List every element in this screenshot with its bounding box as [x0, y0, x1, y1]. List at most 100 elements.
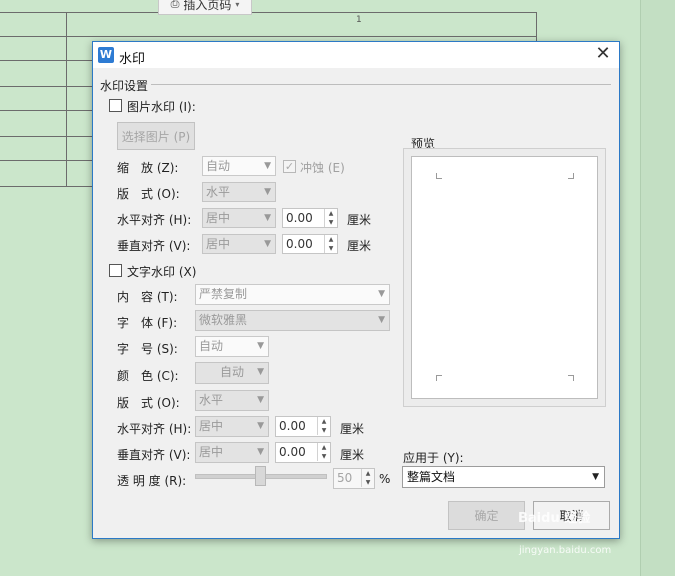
text-layout-select[interactable]: 水平 ▼	[195, 390, 269, 411]
text-halign-value: 居中	[199, 419, 224, 433]
chevron-down-icon: ▼	[264, 161, 271, 171]
picture-halign-label: 水平对齐 (H):	[117, 213, 192, 227]
insert-page-number-button[interactable]: ⎙ 插入页码 ▾	[158, 0, 252, 15]
content-label: 内 容 (T):	[117, 290, 178, 304]
picture-valign-label: 垂直对齐 (V):	[117, 239, 191, 253]
chevron-down-icon: ▼	[257, 447, 264, 457]
picture-layout-label: 版 式 (O):	[117, 187, 180, 201]
section-divider	[151, 84, 611, 85]
chevron-down-icon: ▼	[264, 187, 271, 197]
unit-label: 厘米	[347, 213, 372, 227]
dialog-title: 水印	[119, 52, 146, 67]
text-halign-select[interactable]: 居中 ▼	[195, 416, 269, 437]
dialog-titlebar[interactable]: W 水印 ✕	[93, 42, 619, 68]
chevron-down-icon: ▼	[257, 367, 264, 377]
scale-label: 缩 放 (Z):	[117, 161, 179, 175]
picture-watermark-checkbox[interactable]	[109, 99, 122, 112]
baidu-watermark-logo: Baidu 经验	[518, 511, 591, 526]
color-select[interactable]: 自动 ▼	[195, 362, 269, 384]
spinner-arrows-icon[interactable]: ▲ ▼	[324, 235, 337, 253]
font-label: 字 体 (F):	[117, 316, 178, 330]
chevron-down-icon: ▼	[257, 341, 264, 351]
transparency-label: 透 明 度 (R):	[117, 474, 187, 488]
unit-label: 厘米	[340, 422, 365, 436]
section-title: 水印设置	[100, 79, 149, 93]
margin-corner-tr	[568, 173, 574, 179]
percent-label: %	[379, 472, 391, 486]
text-watermark-label: 文字水印 (X)	[127, 265, 197, 279]
margin-corner-br	[568, 375, 574, 381]
chevron-down-icon: ▼	[378, 315, 385, 325]
text-halign-label: 水平对齐 (H):	[117, 422, 192, 436]
transparency-slider-thumb[interactable]	[255, 466, 266, 486]
page-number: 1	[356, 15, 362, 25]
picture-watermark-label: 图片水印 (I):	[127, 100, 196, 114]
text-halign-offset[interactable]: 0.00 ▲ ▼	[275, 416, 331, 437]
spinner-arrows-icon[interactable]: ▲ ▼	[317, 417, 330, 435]
content-value: 严禁复制	[199, 287, 248, 301]
baidu-watermark-url: jingyan.baidu.com	[519, 545, 612, 556]
picture-halign-value: 居中	[206, 211, 231, 225]
chevron-down-icon: ▼	[264, 239, 271, 249]
font-select[interactable]: 微软雅黑 ▼	[195, 310, 390, 331]
text-valign-offset-value: 0.00	[279, 445, 306, 459]
text-watermark-checkbox[interactable]	[109, 264, 122, 277]
apply-to-label: 应用于 (Y):	[403, 451, 464, 465]
picture-halign-offset-value: 0.00	[286, 211, 313, 225]
document-margin	[640, 0, 675, 576]
unit-label: 厘米	[347, 239, 372, 253]
picture-layout-value: 水平	[206, 185, 231, 199]
picture-valign-value: 居中	[206, 237, 231, 251]
size-label: 字 号 (S):	[117, 342, 178, 356]
close-icon[interactable]: ✕	[593, 44, 613, 64]
content-select[interactable]: 严禁复制 ▼	[195, 284, 390, 305]
unit-label: 厘米	[340, 448, 365, 462]
scale-select[interactable]: 自动 ▼	[202, 156, 276, 176]
picture-valign-select[interactable]: 居中 ▼	[202, 234, 276, 254]
text-layout-label: 版 式 (O):	[117, 396, 180, 410]
font-value: 微软雅黑	[199, 313, 248, 327]
washout-label: 冲蚀 (E)	[300, 161, 345, 175]
text-halign-offset-value: 0.00	[279, 419, 306, 433]
picture-valign-offset-value: 0.00	[286, 237, 313, 251]
chevron-down-icon: ▼	[378, 289, 385, 299]
text-valign-offset[interactable]: 0.00 ▲ ▼	[275, 442, 331, 463]
size-select[interactable]: 自动 ▼	[195, 336, 269, 357]
transparency-input[interactable]: 50 ▲ ▼	[333, 468, 375, 489]
margin-corner-bl	[436, 375, 442, 381]
watermark-dialog: W 水印 ✕ 水印设置 图片水印 (I): 选择图片 (P) 缩 放 (Z): …	[92, 41, 620, 539]
spinner-arrows-icon[interactable]: ▲ ▼	[324, 209, 337, 227]
text-valign-value: 居中	[199, 445, 224, 459]
check-icon: ✓	[284, 160, 295, 173]
ok-button[interactable]: 确定	[448, 501, 525, 530]
picture-valign-offset[interactable]: 0.00 ▲ ▼	[282, 234, 338, 254]
chevron-down-icon: ▼	[257, 395, 264, 405]
chevron-down-icon: ▼	[592, 472, 599, 482]
washout-checkbox[interactable]: ✓	[283, 160, 296, 173]
wps-app-icon: W	[98, 47, 114, 63]
preview-panel	[403, 148, 606, 407]
color-label: 颜 色 (C):	[117, 369, 179, 383]
apply-to-select[interactable]: 整篇文档 ▼	[402, 466, 605, 488]
preview-page	[411, 156, 598, 399]
chevron-down-icon: ▼	[264, 213, 271, 223]
text-layout-value: 水平	[199, 393, 224, 407]
color-value: 自动	[219, 365, 244, 379]
picture-halign-select[interactable]: 居中 ▼	[202, 208, 276, 228]
spinner-arrows-icon[interactable]: ▲ ▼	[361, 469, 374, 487]
transparency-value: 50	[337, 471, 353, 485]
select-picture-button[interactable]: 选择图片 (P)	[117, 122, 195, 150]
scale-value: 自动	[206, 159, 231, 173]
margin-corner-tl	[436, 173, 442, 179]
picture-halign-offset[interactable]: 0.00 ▲ ▼	[282, 208, 338, 228]
apply-to-value: 整篇文档	[407, 470, 456, 484]
text-valign-select[interactable]: 居中 ▼	[195, 442, 269, 463]
text-valign-label: 垂直对齐 (V):	[117, 448, 191, 462]
insert-page-number-label: 插入页码	[183, 0, 232, 12]
chevron-down-icon: ▼	[257, 421, 264, 431]
size-value: 自动	[199, 339, 224, 353]
picture-layout-select[interactable]: 水平 ▼	[202, 182, 276, 202]
spinner-arrows-icon[interactable]: ▲ ▼	[317, 443, 330, 461]
chevron-down-icon: ▾	[235, 0, 240, 9]
page-number-icon: ⎙	[170, 0, 180, 10]
